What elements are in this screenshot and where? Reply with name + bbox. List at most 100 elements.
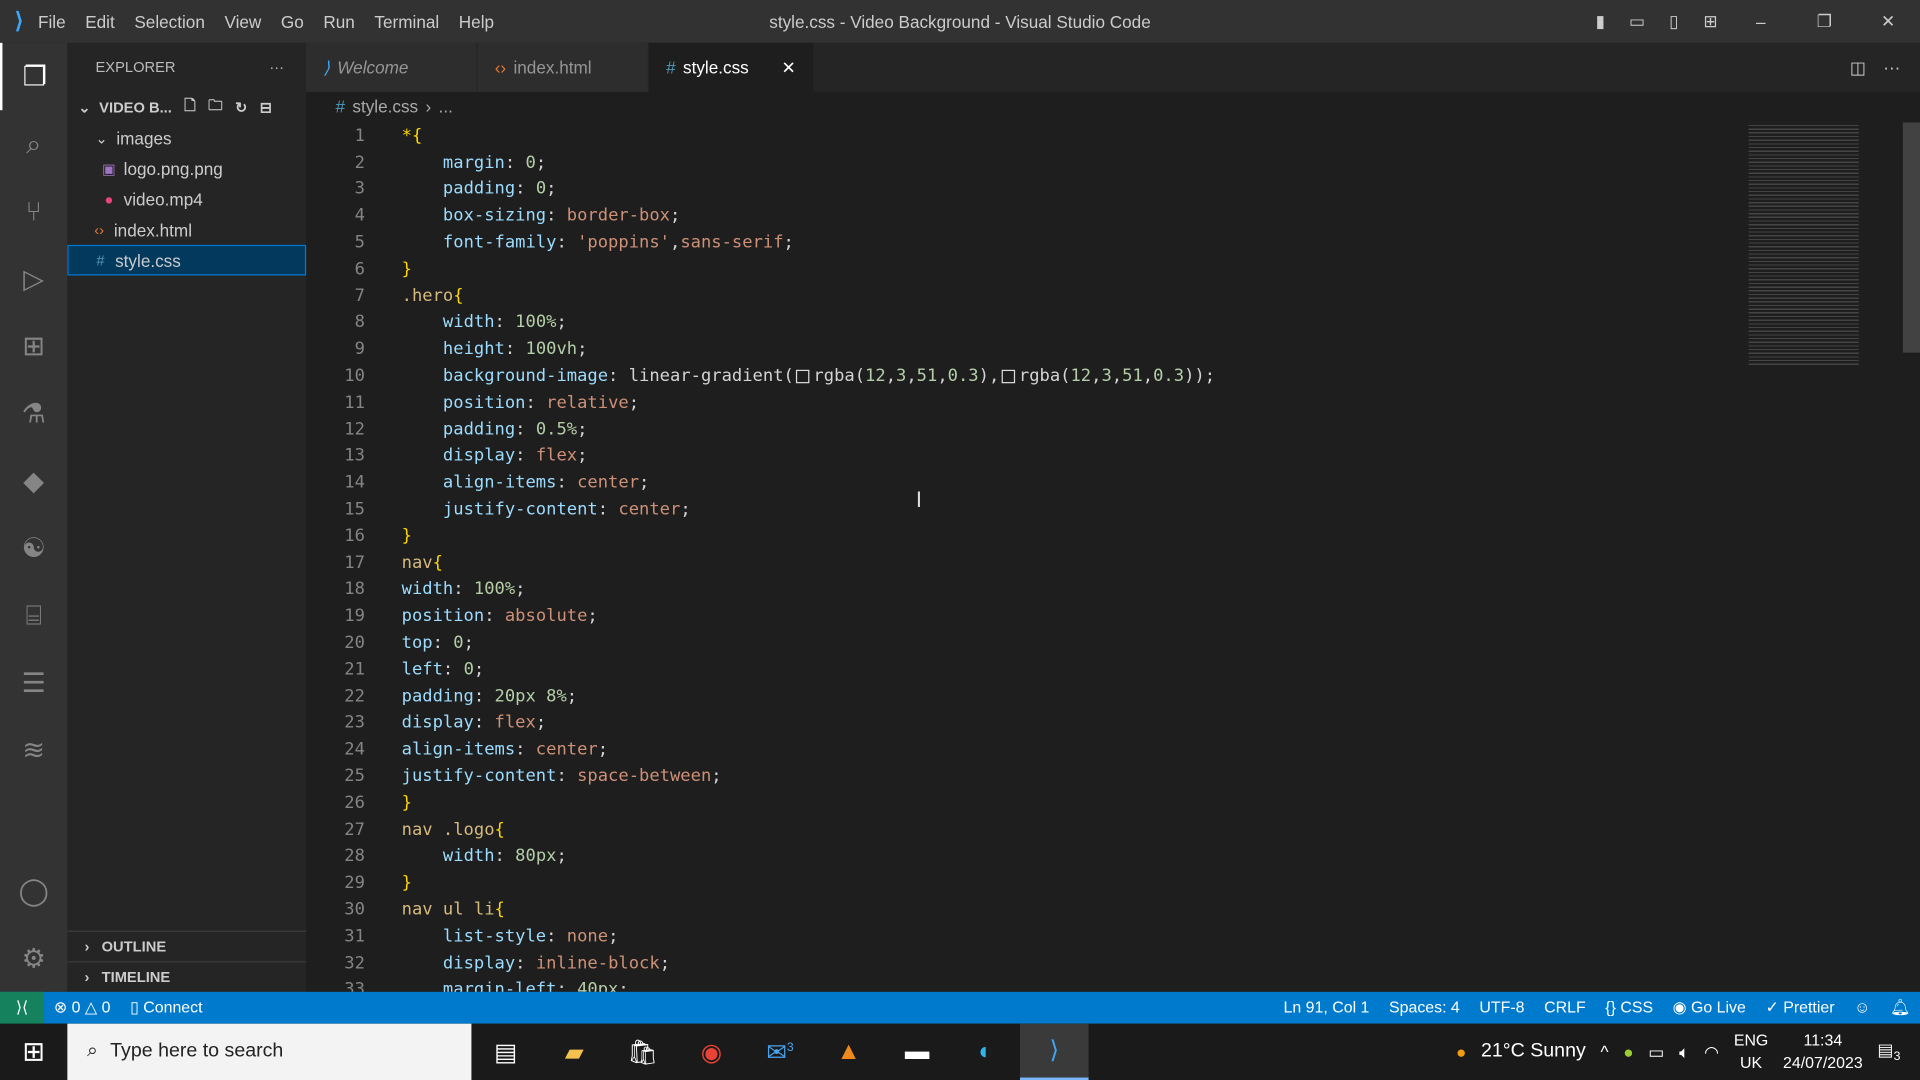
menu-go[interactable]: Go [271, 12, 313, 32]
gear-icon[interactable]: ⚙ [0, 924, 67, 991]
connect-button[interactable]: ▯ Connect [120, 998, 212, 1018]
code-editor[interactable]: 1 *{2 margin: 0; 3 padding: 0; 4 box-sizing… [306, 122, 1920, 992]
testing-icon[interactable]: ⚗ [0, 380, 67, 447]
vscode-taskbar-icon[interactable]: ⟩ [1020, 1023, 1089, 1080]
layers-icon[interactable]: ◆ [0, 447, 67, 514]
indentation[interactable]: Spaces: 4 [1379, 998, 1469, 1018]
code-line[interactable]: 13 display: flex; [306, 443, 1920, 470]
microsoft-store-icon[interactable]: 🛍︎ [609, 1037, 678, 1068]
code-line[interactable]: 3 padding: 0; [306, 176, 1920, 203]
extensions-icon[interactable]: ⊞ [0, 312, 67, 379]
explorer-icon[interactable]: ❐ [0, 42, 67, 111]
code-line[interactable]: 7 .hero{ [306, 283, 1920, 310]
close-tab-icon[interactable]: ✕ [782, 57, 796, 78]
cursor-position[interactable]: Ln 91, Col 1 [1274, 998, 1379, 1018]
code-line[interactable]: 31 list-style: none; [306, 923, 1920, 950]
toggle-panel-icon[interactable]: ▭ [1619, 11, 1656, 32]
language-indicator[interactable]: ENG UK [1734, 1030, 1768, 1074]
menu-selection[interactable]: Selection [125, 12, 215, 32]
breadcrumb-file[interactable]: style.css [352, 97, 418, 117]
menu-view[interactable]: View [215, 12, 271, 32]
tree-item-index-html[interactable]: ‹› index.html [67, 214, 306, 245]
code-line[interactable]: 24 align-items: center; [306, 736, 1920, 763]
encoding[interactable]: UTF-8 [1470, 998, 1535, 1018]
code-line[interactable]: 19 position: absolute; [306, 603, 1920, 630]
weather-text[interactable]: 21°C Sunny [1481, 1041, 1586, 1063]
windows-start-icon[interactable]: ⊞ [0, 1036, 67, 1068]
account-icon[interactable]: ◯ [0, 857, 67, 924]
toggle-secondary-sidebar-icon[interactable]: ▯ [1656, 11, 1693, 32]
menu-help[interactable]: Help [449, 12, 504, 32]
collapse-all-icon[interactable]: ⊟ [260, 99, 272, 116]
tab-style-css[interactable]: # style.css ✕ [648, 42, 815, 92]
code-line[interactable]: 23 display: flex; [306, 710, 1920, 737]
task-view-icon[interactable]: ▤ [471, 1037, 540, 1068]
run-debug-icon[interactable]: ▷ [0, 245, 67, 312]
code-line[interactable]: 5 font-family: 'poppins',sans-serif; [306, 229, 1920, 256]
tree-item-images[interactable]: ⌄ images [67, 122, 306, 153]
show-hidden-icons[interactable]: ^ [1600, 1042, 1608, 1062]
color-swatch[interactable] [1001, 369, 1016, 383]
vertical-scrollbar[interactable] [1902, 122, 1920, 353]
code-line[interactable]: 10 background-image: linear-gradient(rgb… [306, 363, 1920, 390]
code-line[interactable]: 26} [306, 790, 1920, 817]
language-mode[interactable]: {} CSS [1595, 998, 1662, 1018]
search-icon[interactable]: ⌕ [0, 110, 67, 177]
terminal-icon[interactable]: ▬ [883, 1038, 952, 1066]
code-line[interactable]: 6} [306, 256, 1920, 283]
taskbar-search[interactable]: ⌕ Type here to search [67, 1023, 472, 1080]
problems-indicator[interactable]: ⊗ 0 △ 0 [44, 998, 120, 1018]
code-line[interactable]: 2 margin: 0; [306, 149, 1920, 176]
code-line[interactable]: 33 margin-left: 40px; [306, 977, 1920, 992]
code-line[interactable]: 20 top: 0; [306, 630, 1920, 657]
source-control-icon[interactable]: ⑂ [0, 178, 67, 245]
code-line[interactable]: 4 box-sizing: border-box; [306, 203, 1920, 230]
code-line[interactable]: 22 padding: 20px 8%; [306, 683, 1920, 710]
code-line[interactable]: 16} [306, 523, 1920, 550]
code-line[interactable]: 1 *{ [306, 122, 1920, 149]
new-file-icon[interactable]: 🗋 [184, 94, 196, 120]
split-editor-icon[interactable]: ◫ [1850, 57, 1866, 78]
refresh-icon[interactable]: ↻ [235, 99, 247, 116]
volume-icon[interactable]: 🔈︎ [1679, 1041, 1689, 1062]
vlc-icon[interactable]: ▲ [814, 1038, 883, 1066]
code-line[interactable]: 11 position: relative; [306, 389, 1920, 416]
code-line[interactable]: 29} [306, 870, 1920, 897]
code-line[interactable]: 27 nav .logo{ [306, 816, 1920, 843]
code-line[interactable]: 25 justify-content: space-between; [306, 763, 1920, 790]
minimap[interactable] [1748, 122, 1859, 368]
toggle-sidebar-icon[interactable]: ▮ [1582, 11, 1619, 32]
code-line[interactable]: 17 nav{ [306, 549, 1920, 576]
go-live-button[interactable]: ◉ Go Live [1663, 998, 1756, 1018]
chrome-icon[interactable]: ◉ [677, 1037, 746, 1068]
restore-button[interactable]: ❐ [1793, 11, 1857, 32]
code-line[interactable]: 30 nav ul li{ [306, 896, 1920, 923]
weather-icon[interactable]: ● [1456, 1042, 1466, 1062]
menu-run[interactable]: Run [314, 12, 365, 32]
file-explorer-icon[interactable]: ▰ [540, 1037, 609, 1068]
code-line[interactable]: 32 display: inline-block; [306, 950, 1920, 977]
menu-file[interactable]: File [28, 12, 75, 32]
clock[interactable]: 11:34 24/07/2023 [1783, 1030, 1863, 1074]
tab-index-html[interactable]: ‹› index.html [477, 42, 649, 92]
mail-icon[interactable]: ✉3 [746, 1037, 815, 1068]
database-icon[interactable]: ⌸ [0, 582, 67, 649]
breadcrumb-symbol[interactable]: ... [439, 97, 453, 117]
code-line[interactable]: 14 align-items: center; [306, 469, 1920, 496]
tree-item-video[interactable]: ● video.mp4 [67, 184, 306, 215]
code-line[interactable]: 8 width: 100%; [306, 309, 1920, 336]
menu-terminal[interactable]: Terminal [365, 12, 449, 32]
new-folder-icon[interactable]: 🗀 [208, 94, 223, 120]
prettier-button[interactable]: ✓ Prettier [1756, 998, 1845, 1018]
line-ending[interactable]: CRLF [1534, 998, 1595, 1018]
menu-edit[interactable]: Edit [75, 12, 124, 32]
code-line[interactable]: 18 width: 100%; [306, 576, 1920, 603]
wifi-icon[interactable]: ◠ [1704, 1041, 1719, 1062]
code-line[interactable]: 15 justify-content: center; [306, 496, 1920, 523]
minimize-button[interactable]: – [1729, 12, 1793, 32]
notifications-icon[interactable]: 🔔︎ [1880, 998, 1920, 1018]
python-icon[interactable]: ☯ [0, 514, 67, 581]
sql-database-icon[interactable]: ☰ [0, 649, 67, 716]
tree-item-logo[interactable]: ▣ logo.png.png [67, 153, 306, 184]
workspace-folder[interactable]: ⌄ VIDEO B... 🗋 🗀 ↻ ⊟ [67, 92, 306, 123]
